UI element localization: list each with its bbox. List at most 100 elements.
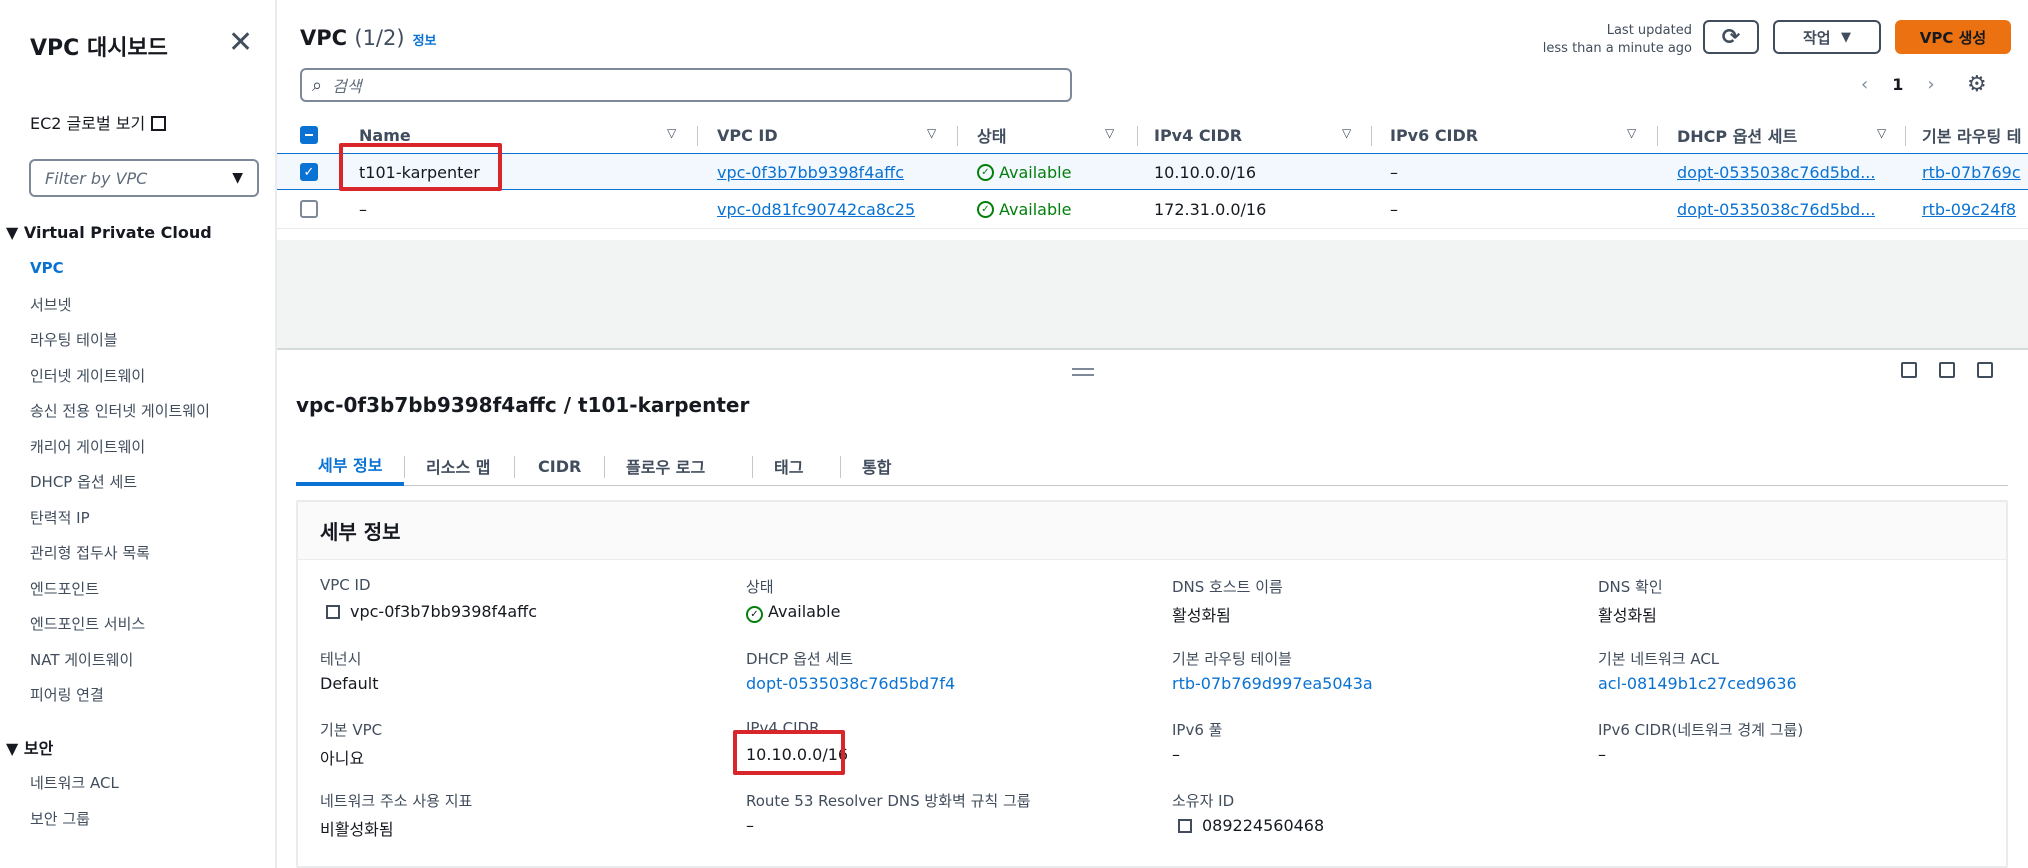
row-checkbox[interactable]: ✓ (300, 163, 318, 181)
highlight-box (733, 730, 845, 775)
refresh-button[interactable]: ⟳ (1703, 20, 1759, 54)
sidebar-item-carrier-gateways[interactable]: 캐리어 게이트웨이 (30, 436, 145, 457)
current-page[interactable]: 1 (1892, 75, 1903, 94)
prev-page-icon[interactable]: ‹ (1861, 74, 1868, 95)
panel-bottom-icon[interactable] (1901, 362, 1917, 378)
field-label-main-route-table: 기본 라우팅 테이블 (1172, 650, 1292, 668)
field-value-status-text: Available (768, 602, 841, 621)
sort-icon[interactable]: ▽ (1105, 126, 1114, 140)
table-row[interactable]: – vpc-0d81fc90742ca8c25 ✓ Available 172.3… (277, 191, 2028, 228)
gear-icon[interactable]: ⚙ (1967, 72, 1987, 97)
cell-status-text: Available (999, 200, 1072, 219)
ec2-global-view-link[interactable]: EC2 글로벌 보기 (30, 110, 167, 134)
search-input[interactable]: ⌕ 검색 (300, 68, 1072, 102)
cell-dhcp-link[interactable]: dopt-0535038c76d5bd... (1677, 191, 1875, 228)
field-value-vpc-id-text: vpc-0f3b7bb9398f4affc (350, 602, 537, 621)
sort-icon[interactable]: ▽ (927, 126, 936, 140)
table-row[interactable]: ✓ t101-karpenter vpc-0f3b7bb9398f4affc ✓… (277, 153, 2028, 190)
row-checkbox[interactable] (300, 200, 318, 218)
field-label-dhcp: DHCP 옵션 세트 (746, 650, 854, 668)
field-value-dhcp-link[interactable]: dopt-0535038c76d5bd7f4 (746, 674, 955, 693)
sort-icon[interactable]: ▽ (1627, 126, 1636, 140)
panel-full-icon[interactable] (1977, 362, 1993, 378)
next-page-icon[interactable]: › (1927, 74, 1934, 95)
field-value-status: ✓ Available (746, 602, 840, 623)
sidebar-item-nat-gateways[interactable]: NAT 게이트웨이 (30, 649, 133, 670)
check-circle-icon: ✓ (977, 201, 994, 218)
field-value-owner-text: 089224560468 (1202, 816, 1325, 835)
column-header-vpc-id[interactable]: VPC ID (717, 116, 778, 154)
column-header-main-route[interactable]: 기본 라우팅 테 (1922, 116, 2021, 154)
caret-down-icon: ▼ (232, 170, 243, 186)
close-icon[interactable]: ✕ (228, 28, 253, 58)
tab-tags[interactable]: 태그 (774, 446, 803, 486)
sidebar-section-security[interactable]: ▼ 보안 (6, 735, 53, 759)
check-circle-icon: ✓ (977, 164, 994, 181)
search-placeholder: 검색 (332, 77, 362, 96)
column-header-ipv6[interactable]: IPv6 CIDR (1390, 116, 1478, 154)
tab-integrations[interactable]: 통합 (862, 446, 891, 486)
refresh-icon: ⟳ (1721, 24, 1741, 50)
sidebar-item-endpoints[interactable]: 엔드포인트 (30, 578, 99, 599)
sidebar-section-vpc-label: Virtual Private Cloud (23, 223, 212, 242)
select-all-checkbox[interactable] (300, 126, 318, 144)
sidebar-item-endpoint-services[interactable]: 엔드포인트 서비스 (30, 613, 145, 634)
last-updated-line1: Last updated (1606, 23, 1692, 38)
sidebar-item-route-tables[interactable]: 라우팅 테이블 (30, 329, 118, 350)
vpc-filter-select[interactable]: Filter by VPC ▼ (29, 159, 259, 197)
sidebar-item-security-groups[interactable]: 보안 그룹 (30, 808, 90, 829)
sidebar-item-internet-gateways[interactable]: 인터넷 게이트웨이 (30, 365, 145, 386)
panel-side-icon[interactable] (1939, 362, 1955, 378)
field-value-route-table-link[interactable]: rtb-07b769d997ea5043a (1172, 674, 1373, 693)
copy-icon[interactable] (326, 605, 340, 619)
sidebar-item-vpc[interactable]: VPC (30, 259, 64, 277)
field-label-network-address: 네트워크 주소 사용 지표 (320, 792, 473, 810)
tab-divider (604, 456, 605, 478)
selection-count: (1/2) (354, 26, 405, 50)
field-value-acl-link[interactable]: acl-08149b1c27ced9636 (1598, 674, 1797, 693)
field-label-dns-resolution: DNS 확인 (1598, 578, 1663, 596)
sort-icon[interactable]: ▽ (667, 126, 676, 140)
tab-divider (514, 456, 515, 478)
cell-route-table-link[interactable]: rtb-09c24f8 (1922, 191, 2028, 228)
pagination: ‹ 1 › (1861, 74, 1935, 95)
external-link-icon (151, 116, 167, 131)
column-header-status[interactable]: 상태 (977, 116, 1006, 154)
info-link[interactable]: 정보 (413, 34, 437, 49)
sidebar-item-peering[interactable]: 피어링 연결 (30, 684, 104, 705)
highlight-box (339, 143, 502, 191)
tab-flow-logs[interactable]: 플로우 로그 (626, 446, 705, 486)
sidebar-item-egress-gateways[interactable]: 송신 전용 인터넷 게이트웨이 (30, 400, 210, 421)
cell-route-table-link[interactable]: rtb-07b769c (1922, 154, 2028, 191)
sort-icon[interactable]: ▽ (1877, 126, 1886, 140)
field-value-dns-hostnames: 활성화됨 (1172, 606, 1231, 625)
field-label-ipv6-cidr: IPv6 CIDR(네트워크 경계 그룹) (1598, 721, 1804, 739)
create-vpc-button[interactable]: VPC 생성 (1895, 20, 2011, 54)
sidebar-item-dhcp-options[interactable]: DHCP 옵션 세트 (30, 471, 137, 492)
column-header-ipv4[interactable]: IPv4 CIDR (1154, 116, 1242, 154)
split-panel-resize-handle[interactable] (1072, 368, 1094, 376)
details-panel-title: 세부 정보 (298, 502, 2006, 560)
sidebar-item-prefix-lists[interactable]: 관리형 접두사 목록 (30, 542, 150, 563)
sidebar-item-subnets[interactable]: 서브넷 (30, 294, 71, 315)
actions-button[interactable]: 작업 ▼ (1773, 20, 1881, 54)
field-label-ipv6-pool: IPv6 풀 (1172, 721, 1223, 739)
tab-resource-map[interactable]: 리소스 맵 (426, 446, 490, 486)
cell-vpc-id-link[interactable]: vpc-0d81fc90742ca8c25 (717, 191, 915, 228)
field-value-dns-resolution: 활성화됨 (1598, 606, 1657, 625)
column-header-dhcp[interactable]: DHCP 옵션 세트 (1677, 116, 1797, 154)
sidebar-section-vpc[interactable]: ▼ Virtual Private Cloud (6, 223, 212, 242)
cell-vpc-id-link[interactable]: vpc-0f3b7bb9398f4affc (717, 154, 904, 191)
sort-icon[interactable]: ▽ (1342, 126, 1351, 140)
actions-label: 작업 (1802, 28, 1831, 47)
copy-icon[interactable] (1178, 819, 1192, 833)
tab-divider (752, 456, 753, 478)
cell-dhcp-link[interactable]: dopt-0535038c76d5bd... (1677, 154, 1875, 191)
tab-cidr[interactable]: CIDR (538, 446, 581, 486)
tab-details[interactable]: 세부 정보 (296, 446, 405, 486)
field-value-network-address: 비활성화됨 (320, 820, 394, 839)
empty-table-area (277, 240, 2028, 350)
field-label-tenancy: 테넌시 (320, 650, 362, 668)
sidebar-item-network-acl[interactable]: 네트워크 ACL (30, 772, 119, 793)
sidebar-item-elastic-ip[interactable]: 탄력적 IP (30, 507, 90, 528)
